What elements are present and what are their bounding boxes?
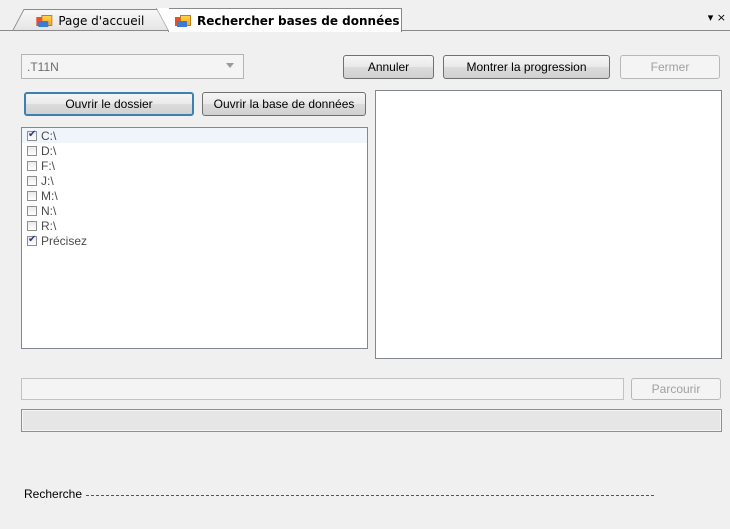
search-progress-bar: [21, 409, 722, 432]
status-label: Recherche: [24, 487, 83, 501]
app-icon: [36, 14, 53, 27]
app-icon: [175, 14, 191, 27]
show-progress-button[interactable]: Montrer la progression: [443, 55, 610, 79]
status-divider: [86, 494, 655, 496]
tab-search-databases-label: Rechercher bases de données: [197, 13, 400, 28]
results-list[interactable]: [375, 90, 722, 359]
drive-checkbox[interactable]: [27, 190, 37, 201]
path-input[interactable]: [21, 378, 624, 400]
drive-label: M:\: [41, 188, 58, 203]
drive-checkbox[interactable]: [27, 145, 37, 156]
status-line: Recherche: [24, 487, 655, 501]
chevron-down-icon[interactable]: [226, 63, 234, 68]
tab-home-label: Page d'accueil: [58, 13, 145, 28]
drive-label: F:\: [41, 158, 55, 173]
drive-item[interactable]: J:\: [22, 173, 367, 188]
close-button[interactable]: Fermer: [620, 55, 720, 79]
drive-label: N:\: [41, 203, 57, 218]
drive-checkbox[interactable]: [27, 220, 37, 231]
tab-strip: Page d'accueil Rechercher bases de donné…: [0, 0, 730, 32]
drive-checkbox[interactable]: [27, 175, 37, 186]
drive-item[interactable]: D:\: [22, 143, 367, 158]
drive-checkbox[interactable]: [27, 205, 37, 216]
drive-item[interactable]: F:\: [22, 158, 367, 173]
extension-combo[interactable]: .T11N: [21, 54, 244, 79]
extension-combo-value: .T11N: [27, 59, 59, 74]
drive-checkbox[interactable]: [27, 129, 37, 141]
drive-checkbox[interactable]: [27, 234, 37, 246]
drive-label: D:\: [41, 143, 57, 158]
drive-label: R:\: [41, 218, 57, 233]
drive-checklist[interactable]: C:\D:\F:\J:\M:\N:\R:\Précisez: [21, 127, 368, 349]
drive-label: C:\: [41, 128, 57, 143]
drive-item[interactable]: C:\: [22, 128, 367, 143]
drive-item[interactable]: N:\: [22, 203, 367, 218]
tab-menu-icon[interactable]: ▾ ×: [708, 11, 726, 24]
browse-button[interactable]: Parcourir: [631, 378, 721, 400]
open-folder-button[interactable]: Ouvrir le dossier: [24, 92, 194, 116]
drive-item[interactable]: Précisez: [22, 233, 367, 248]
open-database-button[interactable]: Ouvrir la base de données: [202, 92, 366, 116]
drive-label: Précisez: [41, 233, 88, 248]
drive-item[interactable]: R:\: [22, 218, 367, 233]
drive-label: J:\: [41, 173, 54, 188]
tab-search-databases[interactable]: Rechercher bases de données: [156, 8, 402, 32]
cancel-button[interactable]: Annuler: [343, 55, 434, 79]
drive-item[interactable]: M:\: [22, 188, 367, 203]
drive-checkbox[interactable]: [27, 160, 37, 171]
